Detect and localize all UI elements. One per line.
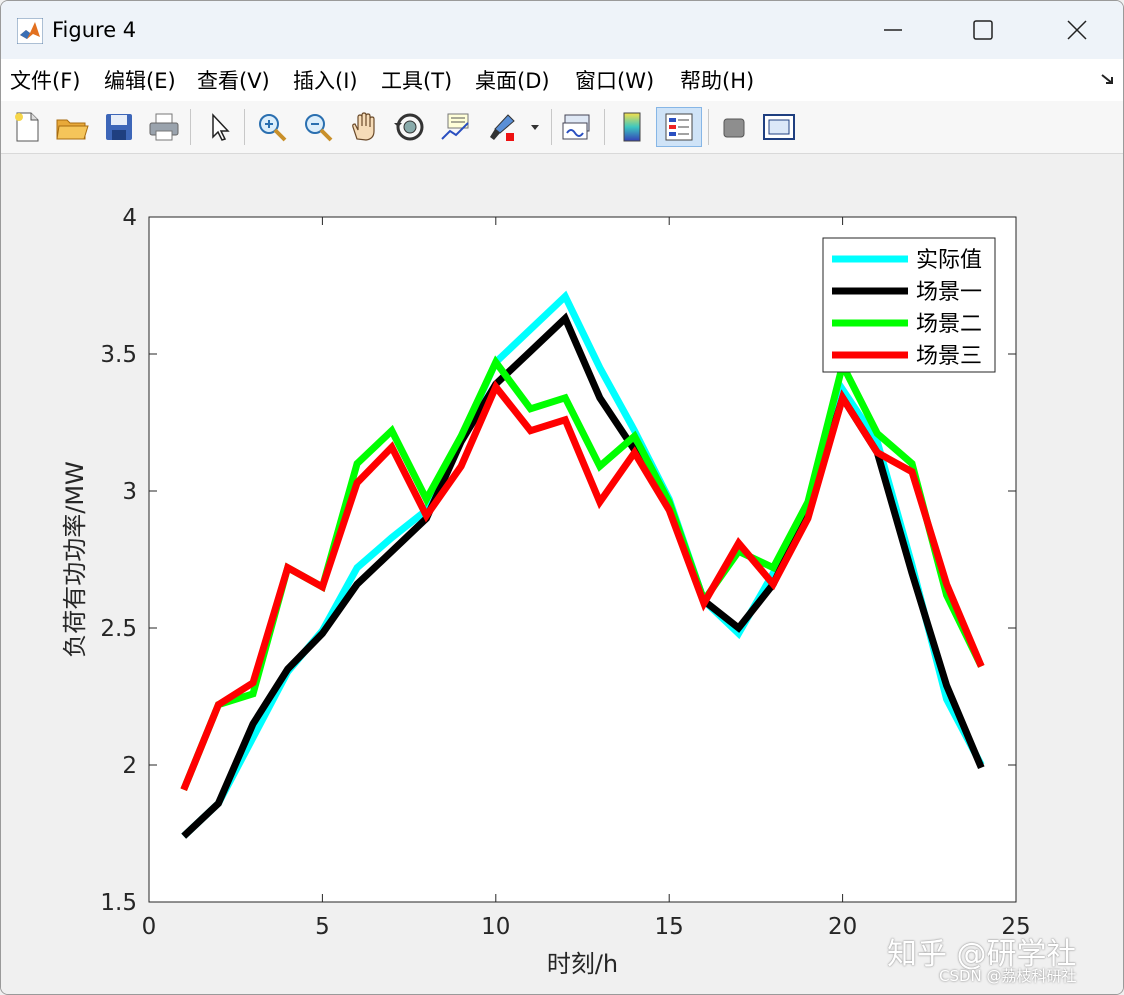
zoom-out-icon[interactable]: [298, 107, 338, 147]
window-title: Figure 4: [52, 18, 137, 42]
minimize-button[interactable]: [847, 1, 939, 59]
y-tick-label: 1.5: [100, 890, 137, 916]
x-tick-label: 15: [655, 914, 684, 940]
menu-view[interactable]: 查看(V): [197, 65, 270, 95]
new-figure-icon[interactable]: [7, 107, 47, 147]
select-pointer-icon[interactable]: [200, 107, 240, 147]
toolbar-separator: [244, 109, 245, 145]
line-chart[interactable]: 0 5 10 15 20 251.522.533.54 时刻/h 负荷有功功率/MW 实际…: [1, 154, 1123, 994]
hide-tools-icon[interactable]: [714, 107, 754, 147]
x-tick-label: 20: [828, 914, 857, 940]
y-tick-label: 3: [122, 479, 137, 505]
x-tick-label: 10: [481, 914, 510, 940]
data-cursor-icon[interactable]: [436, 107, 476, 147]
figure-area: 0 5 10 15 20 25 1.5 2 2.5 3 3.5 4 时刻/h 负荷有功功率/MW 实际…: [1, 154, 1123, 994]
y-tick-label: 3.5: [100, 342, 137, 368]
menu-desktop[interactable]: 桌面(D): [475, 65, 550, 95]
brush-icon[interactable]: [482, 107, 522, 147]
y-tick-label: 4: [122, 205, 137, 231]
colorbar-icon[interactable]: [612, 107, 652, 147]
toolbar-separator: [604, 109, 605, 145]
watermark-csdn: CSDN @荔枝科研社: [939, 967, 1077, 985]
y-tick-label: 2.5: [100, 616, 137, 642]
maximize-button[interactable]: [937, 1, 1029, 59]
zoom-in-icon[interactable]: [252, 107, 292, 147]
menu-tools[interactable]: 工具(T): [381, 65, 452, 95]
undock-arrow-icon[interactable]: [1099, 71, 1117, 89]
x-tick-label: 0: [142, 914, 157, 940]
menu-insert[interactable]: 插入(I): [293, 65, 358, 95]
legend-label: 场景一: [916, 280, 982, 305]
menu-edit[interactable]: 编辑(E): [104, 65, 176, 95]
rotate-3d-icon[interactable]: [390, 107, 430, 147]
brush-dropdown-icon[interactable]: [525, 107, 545, 147]
close-button[interactable]: [1031, 1, 1123, 59]
save-icon[interactable]: [99, 107, 139, 147]
menu-bar: 文件(F) 编辑(E) 查看(V) 插入(I) 工具(T) 桌面(D) 窗口(W…: [1, 59, 1123, 101]
x-tick-label: 5: [315, 914, 330, 940]
toolbar-separator: [708, 109, 709, 145]
menu-help[interactable]: 帮助(H): [680, 65, 754, 95]
legend-label: 实际值: [916, 248, 982, 273]
matlab-logo-icon: [16, 17, 44, 45]
print-icon[interactable]: [144, 107, 184, 147]
legend[interactable]: 实际值场景一场景二场景三: [822, 237, 996, 373]
legend-icon[interactable]: [656, 107, 702, 147]
x-axis-label: 时刻/h: [547, 950, 618, 978]
title-bar: Figure 4: [1, 1, 1123, 59]
y-axis-label: 负荷有功功率/MW: [61, 461, 89, 658]
toolbar-separator: [190, 109, 191, 145]
y-tick-label: 2: [122, 753, 137, 779]
toolbar: [1, 101, 1123, 154]
figure-window: Figure 4 文件(F) 编辑(E) 查看(V) 插入(I) 工具(T) 桌…: [0, 0, 1124, 995]
legend-label: 场景三: [916, 344, 982, 369]
menu-file[interactable]: 文件(F): [10, 65, 80, 95]
link-plot-icon[interactable]: [558, 107, 598, 147]
legend-label: 场景二: [916, 312, 982, 337]
toolbar-separator: [551, 109, 552, 145]
show-tools-icon[interactable]: [759, 107, 799, 147]
open-file-icon[interactable]: [52, 107, 92, 147]
menu-window[interactable]: 窗口(W): [575, 65, 654, 95]
pan-hand-icon[interactable]: [344, 107, 384, 147]
